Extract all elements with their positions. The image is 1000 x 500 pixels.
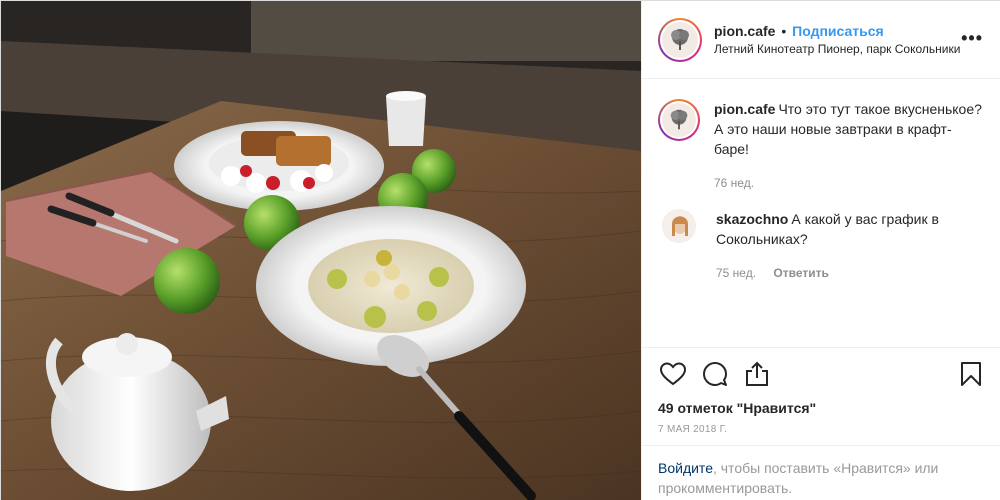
follow-button[interactable]: Подписаться: [792, 23, 884, 39]
login-prompt: Войдите, чтобы поставить «Нравится» или …: [642, 445, 1000, 500]
location-link[interactable]: Летний Кинотеатр Пионер, парк Сокольники: [714, 40, 960, 58]
comments-list: pion.cafe Что это тут такое вкусненькое? …: [642, 99, 1000, 283]
comment-username[interactable]: skazochno: [716, 211, 788, 227]
post-date: 7 МАЯ 2018 Г.: [658, 424, 728, 435]
account-username[interactable]: pion.cafe: [714, 23, 775, 39]
action-bar: 49 отметок "Нравится" 7 МАЯ 2018 Г.: [642, 347, 1000, 435]
comment-username[interactable]: pion.cafe: [714, 101, 775, 117]
comment-icon[interactable]: [700, 359, 730, 389]
heart-icon[interactable]: [658, 359, 688, 389]
login-link[interactable]: Войдите: [658, 460, 713, 476]
reply-button[interactable]: Ответить: [773, 266, 828, 280]
account-avatar[interactable]: [658, 17, 702, 62]
post-photo[interactable]: [1, 1, 641, 500]
post-sidebar: pion.cafe • Подписаться Летний Кинотеатр…: [641, 1, 1000, 500]
breakfast-photo-illustration: [1, 1, 641, 500]
tree-logo-icon: [670, 109, 688, 130]
comment-avatar[interactable]: [658, 99, 700, 141]
caption-comment: pion.cafe Что это тут такое вкусненькое? …: [658, 99, 985, 193]
likes-count[interactable]: 49 отметок "Нравится": [658, 400, 986, 416]
comment-avatar[interactable]: [662, 209, 696, 243]
comment-time[interactable]: 76 нед.: [714, 176, 754, 190]
user-portrait-icon: [663, 210, 695, 242]
post-header: pion.cafe • Подписаться Летний Кинотеатр…: [642, 1, 1000, 79]
bookmark-icon[interactable]: [956, 359, 986, 389]
share-icon[interactable]: [742, 359, 772, 389]
comment-time[interactable]: 75 нед.: [716, 266, 756, 280]
more-options-icon[interactable]: •••: [961, 29, 983, 47]
instagram-post: pion.cafe • Подписаться Летний Кинотеатр…: [0, 0, 1000, 500]
user-comment: skazochno А какой у вас график в Сокольни…: [658, 209, 985, 283]
tree-logo-icon: [671, 28, 689, 50]
separator-dot: •: [781, 22, 787, 39]
